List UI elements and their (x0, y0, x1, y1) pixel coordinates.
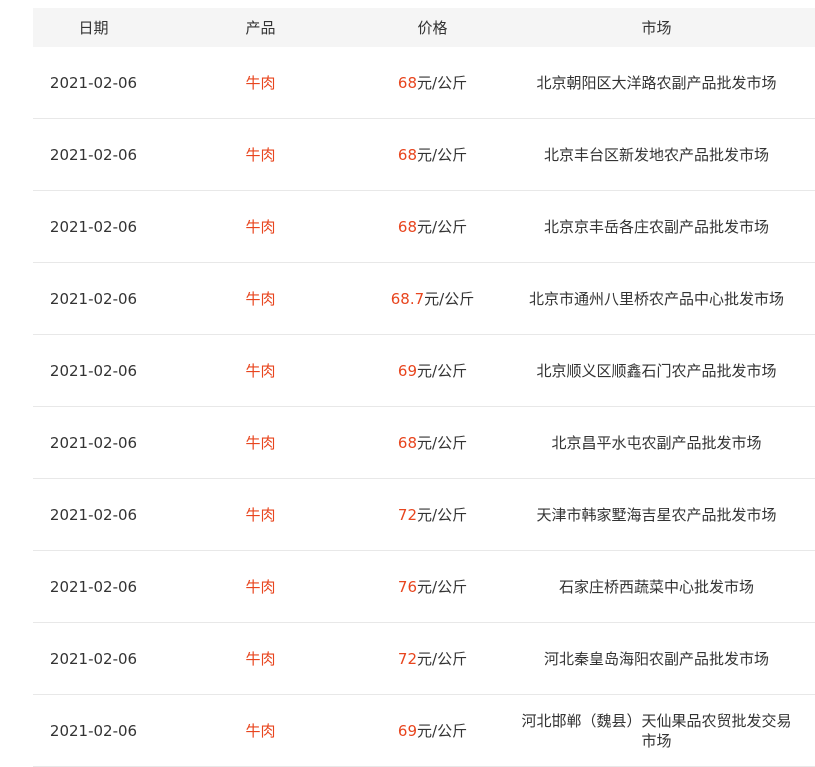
price-value: 72 (397, 649, 418, 668)
price-table-container: 日期 产品 价格 市场 2021-02-06 牛肉 68元/公斤 北京朝阳区大洋路农副… (33, 8, 815, 767)
price-value: 68 (397, 73, 418, 92)
cell-date: 2021-02-06 (33, 622, 154, 695)
cell-market[interactable]: 天津市韩家墅海吉星农产品批发市场 (498, 478, 815, 551)
table-row: 2021-02-06 牛肉 68元/公斤 北京京丰岳各庄农副产品批发市场 (33, 190, 815, 263)
cell-market[interactable]: 北京丰台区新发地农产品批发市场 (498, 118, 815, 191)
cell-product[interactable]: 牛肉 (154, 478, 367, 551)
cell-date: 2021-02-06 (33, 190, 154, 263)
cell-price: 69元/公斤 (367, 694, 498, 767)
price-unit: 元/公斤 (417, 577, 468, 596)
cell-price: 68.7元/公斤 (367, 262, 498, 335)
cell-product[interactable]: 牛肉 (154, 550, 367, 623)
price-unit: 元/公斤 (417, 361, 468, 380)
price-table: 日期 产品 价格 市场 2021-02-06 牛肉 68元/公斤 北京朝阳区大洋路农副… (33, 8, 815, 767)
cell-market[interactable]: 河北邯郸（魏县）天仙果品农贸批发交易市场 (498, 694, 815, 767)
price-unit: 元/公斤 (424, 289, 475, 308)
cell-product[interactable]: 牛肉 (154, 118, 367, 191)
table-row: 2021-02-06 牛肉 72元/公斤 河北秦皇岛海阳农副产品批发市场 (33, 622, 815, 695)
cell-date: 2021-02-06 (33, 118, 154, 191)
cell-market[interactable]: 北京朝阳区大洋路农副产品批发市场 (498, 47, 815, 119)
cell-market[interactable]: 北京顺义区顺鑫石门农产品批发市场 (498, 334, 815, 407)
cell-price: 72元/公斤 (367, 622, 498, 695)
header-product: 产品 (154, 8, 367, 47)
cell-product[interactable]: 牛肉 (154, 694, 367, 767)
cell-price: 69元/公斤 (367, 334, 498, 407)
table-row: 2021-02-06 牛肉 72元/公斤 天津市韩家墅海吉星农产品批发市场 (33, 478, 815, 551)
price-unit: 元/公斤 (417, 649, 468, 668)
cell-market[interactable]: 石家庄桥西蔬菜中心批发市场 (498, 550, 815, 623)
cell-market[interactable]: 北京市通州八里桥农产品中心批发市场 (498, 262, 815, 335)
price-value: 69 (397, 361, 418, 380)
table-row: 2021-02-06 牛肉 69元/公斤 北京顺义区顺鑫石门农产品批发市场 (33, 334, 815, 407)
cell-product[interactable]: 牛肉 (154, 622, 367, 695)
header-market: 市场 (498, 8, 815, 47)
price-unit: 元/公斤 (417, 145, 468, 164)
price-value: 68 (397, 433, 418, 452)
table-row: 2021-02-06 牛肉 68元/公斤 北京昌平水屯农副产品批发市场 (33, 406, 815, 479)
cell-market[interactable]: 北京京丰岳各庄农副产品批发市场 (498, 190, 815, 263)
header-price: 价格 (367, 8, 498, 47)
table-row: 2021-02-06 牛肉 68元/公斤 北京丰台区新发地农产品批发市场 (33, 118, 815, 191)
cell-product[interactable]: 牛肉 (154, 406, 367, 479)
cell-market[interactable]: 北京昌平水屯农副产品批发市场 (498, 406, 815, 479)
cell-date: 2021-02-06 (33, 694, 154, 767)
header-row: 日期 产品 价格 市场 (33, 8, 815, 47)
cell-product[interactable]: 牛肉 (154, 190, 367, 263)
table-row: 2021-02-06 牛肉 69元/公斤 河北邯郸（魏县）天仙果品农贸批发交易市场 (33, 694, 815, 767)
table-body: 2021-02-06 牛肉 68元/公斤 北京朝阳区大洋路农副产品批发市场 2021-0… (33, 47, 815, 767)
price-value: 68 (397, 145, 418, 164)
table-header: 日期 产品 价格 市场 (33, 8, 815, 47)
cell-date: 2021-02-06 (33, 406, 154, 479)
price-unit: 元/公斤 (417, 505, 468, 524)
price-value: 72 (397, 505, 418, 524)
table-row: 2021-02-06 牛肉 68元/公斤 北京朝阳区大洋路农副产品批发市场 (33, 47, 815, 119)
cell-price: 68元/公斤 (367, 190, 498, 263)
cell-date: 2021-02-06 (33, 478, 154, 551)
price-unit: 元/公斤 (417, 721, 468, 740)
price-value: 76 (397, 577, 418, 596)
cell-price: 68元/公斤 (367, 118, 498, 191)
cell-date: 2021-02-06 (33, 334, 154, 407)
price-unit: 元/公斤 (417, 217, 468, 236)
cell-market[interactable]: 河北秦皇岛海阳农副产品批发市场 (498, 622, 815, 695)
price-unit: 元/公斤 (417, 433, 468, 452)
cell-product[interactable]: 牛肉 (154, 334, 367, 407)
price-value: 69 (397, 721, 418, 740)
cell-price: 68元/公斤 (367, 406, 498, 479)
cell-date: 2021-02-06 (33, 550, 154, 623)
price-unit: 元/公斤 (417, 73, 468, 92)
cell-date: 2021-02-06 (33, 47, 154, 119)
cell-date: 2021-02-06 (33, 262, 154, 335)
price-value: 68.7 (390, 289, 425, 308)
table-row: 2021-02-06 牛肉 76元/公斤 石家庄桥西蔬菜中心批发市场 (33, 550, 815, 623)
table-row: 2021-02-06 牛肉 68.7元/公斤 北京市通州八里桥农产品中心批发市场 (33, 262, 815, 335)
cell-product[interactable]: 牛肉 (154, 262, 367, 335)
cell-product[interactable]: 牛肉 (154, 47, 367, 119)
cell-price: 68元/公斤 (367, 47, 498, 119)
cell-price: 72元/公斤 (367, 478, 498, 551)
price-value: 68 (397, 217, 418, 236)
cell-price: 76元/公斤 (367, 550, 498, 623)
header-date: 日期 (33, 8, 154, 47)
